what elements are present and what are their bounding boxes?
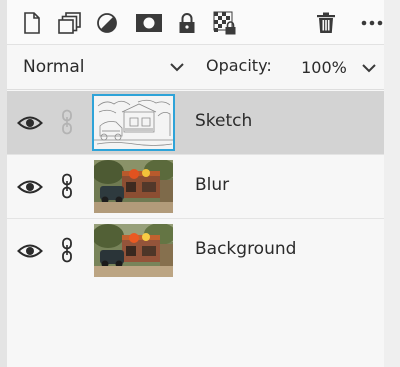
layer-name: Background [195,239,297,259]
blur-thumbnail-image [94,160,173,213]
panel-scrollbar-track[interactable] [384,0,400,367]
background-thumbnail-image [94,224,173,277]
layers-toolbar [7,0,384,45]
chevron-down-icon [170,63,184,72]
layer-name: Blur [195,175,230,195]
adjustment-layer-icon[interactable] [94,10,120,36]
opacity-dropdown-button[interactable] [359,55,379,79]
new-layer-icon[interactable] [19,10,45,36]
layer-row-background[interactable]: Background [7,219,384,283]
link-icon[interactable] [60,109,74,135]
blend-mode-value: Normal [23,57,85,77]
duplicate-layer-icon[interactable] [57,10,83,36]
layer-row-blur[interactable]: Blur [7,155,384,219]
chevron-down-icon [362,64,376,73]
lock-icon[interactable] [174,10,200,36]
layer-name: Sketch [195,111,253,131]
layer-options-bar: Normal Opacity: 100% [7,45,384,90]
opacity-label: Opacity: [206,56,272,75]
link-icon[interactable] [60,237,74,263]
visibility-eye-icon[interactable] [17,113,43,133]
trash-icon[interactable] [313,10,339,36]
panel-left-edge [0,0,7,367]
visibility-eye-icon[interactable] [17,241,43,261]
opacity-input[interactable]: 100% [295,54,353,80]
selection-outline [92,94,175,151]
add-mask-icon[interactable] [134,10,164,36]
layer-thumbnail[interactable] [94,224,173,277]
link-icon[interactable] [60,173,74,199]
layers-empty-area [7,282,384,367]
layers-panel: Normal Opacity: 100% Sketch Blur Backgro… [0,0,400,367]
layer-thumbnail[interactable] [94,160,173,213]
lock-transparency-icon[interactable] [212,10,238,36]
visibility-eye-icon[interactable] [17,177,43,197]
layer-thumbnail[interactable] [92,94,175,151]
more-icon[interactable] [359,10,385,36]
blend-mode-dropdown[interactable]: Normal [23,54,191,80]
layer-row-sketch[interactable]: Sketch [7,91,384,155]
